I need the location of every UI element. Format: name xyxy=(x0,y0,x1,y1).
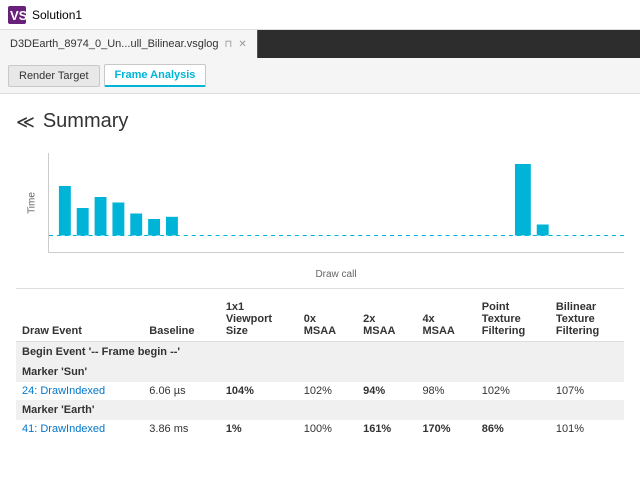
table-cell: 94% xyxy=(357,382,416,400)
table-cell: 104% xyxy=(220,382,298,400)
col-1x1: 1x1ViewportSize xyxy=(220,297,298,342)
table-cell: 86% xyxy=(476,420,550,438)
table-header-row: Draw Event Baseline 1x1ViewportSize 0xMS… xyxy=(16,297,624,342)
svg-text:VS: VS xyxy=(10,8,26,23)
table-cell[interactable]: 24: DrawIndexed xyxy=(16,382,143,400)
table-section-row: Begin Event '-- Frame begin --' xyxy=(16,342,624,363)
collapse-icon[interactable]: ≪ xyxy=(16,113,35,131)
file-tab[interactable]: D3DEarth_8974_0_Un...ull_Bilinear.vsglog… xyxy=(0,30,258,58)
chart-area: Time xyxy=(48,153,624,253)
table-cell: 3.86 ms xyxy=(143,420,220,438)
col-draw-event: Draw Event xyxy=(16,297,143,342)
divider xyxy=(16,288,624,289)
table-cell: 101% xyxy=(550,420,624,438)
render-target-button[interactable]: Render Target xyxy=(8,65,100,87)
table-cell: 102% xyxy=(298,382,357,400)
table-cell: 170% xyxy=(416,420,475,438)
table-cell: 98% xyxy=(416,382,475,400)
col-bilinear: BilinearTextureFiltering xyxy=(550,297,624,342)
table-cell: 161% xyxy=(357,420,416,438)
table-section-row: Marker 'Earth' xyxy=(16,400,624,420)
pin-icon[interactable]: ⊓ xyxy=(225,39,233,50)
col-2x-msaa: 2xMSAA xyxy=(357,297,416,342)
col-4x-msaa: 4xMSAA xyxy=(416,297,475,342)
table-cell: 102% xyxy=(476,382,550,400)
tab-bar: D3DEarth_8974_0_Un...ull_Bilinear.vsglog… xyxy=(0,30,640,58)
table-section-row: Marker 'Sun' xyxy=(16,362,624,382)
frame-analysis-button[interactable]: Frame Analysis xyxy=(104,64,207,87)
toolbar: Render Target Frame Analysis xyxy=(0,58,640,94)
chart-svg xyxy=(49,153,624,252)
table-cell: 107% xyxy=(550,382,624,400)
table-row: 41: DrawIndexed3.86 ms1%100%161%170%86%1… xyxy=(16,420,624,438)
tab-label: D3DEarth_8974_0_Un...ull_Bilinear.vsglog xyxy=(10,38,219,50)
x-axis-label: Draw call xyxy=(48,269,624,280)
table-cell: 6.06 µs xyxy=(143,382,220,400)
col-0x-msaa: 0xMSAA xyxy=(298,297,357,342)
vs-logo-icon: VS xyxy=(8,6,26,24)
summary-title: Summary xyxy=(43,110,129,133)
summary-header: ≪ Summary xyxy=(16,102,624,141)
table-cell: 100% xyxy=(298,420,357,438)
y-axis-label: Time xyxy=(26,192,37,214)
table-cell: 1% xyxy=(220,420,298,438)
chart-wrapper: Time Draw call xyxy=(48,153,624,280)
data-table: Draw Event Baseline 1x1ViewportSize 0xMS… xyxy=(16,297,624,438)
table-row: 24: DrawIndexed6.06 µs104%102%94%98%102%… xyxy=(16,382,624,400)
close-icon[interactable]: ✕ xyxy=(238,39,246,50)
title-bar: VS Solution1 xyxy=(0,0,640,30)
col-point: PointTextureFiltering xyxy=(476,297,550,342)
table-cell[interactable]: 41: DrawIndexed xyxy=(16,420,143,438)
col-baseline: Baseline xyxy=(143,297,220,342)
main-content: ≪ Summary Time Draw call xyxy=(0,94,640,502)
window-title: Solution1 xyxy=(32,8,82,22)
